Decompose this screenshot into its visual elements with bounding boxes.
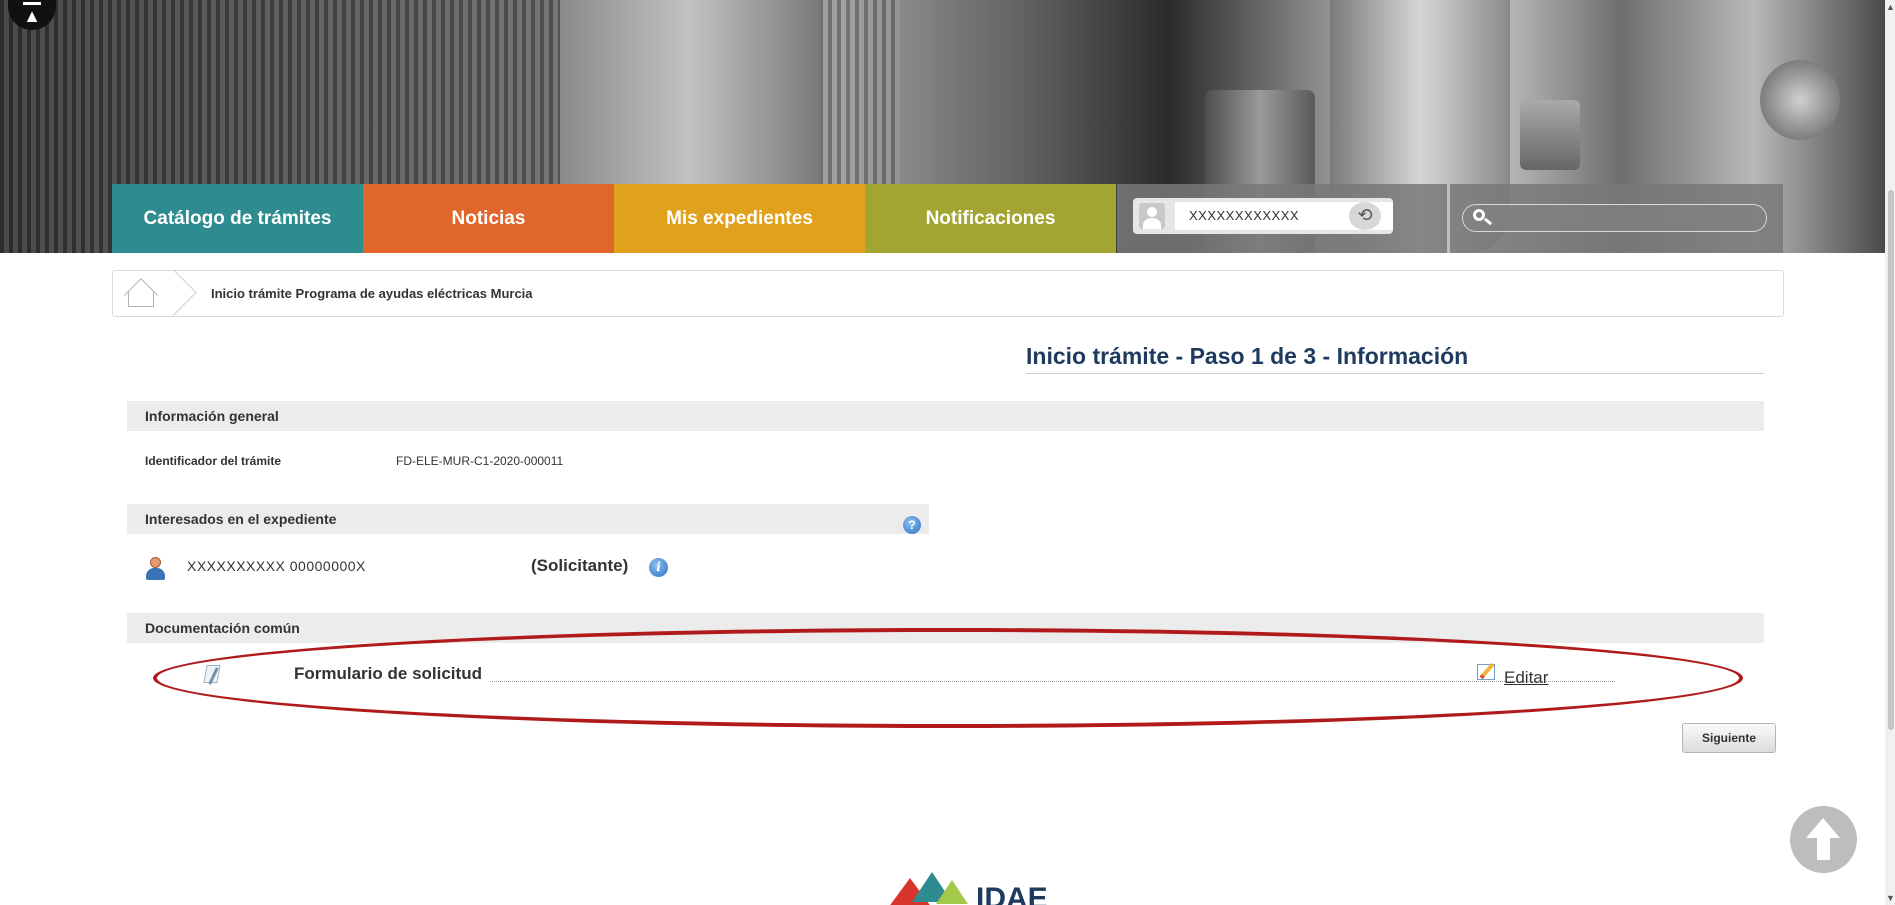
page-title: Inicio trámite - Paso 1 de 3 - Informaci…: [1026, 343, 1469, 369]
banner-image-part: [560, 0, 820, 185]
arrow-up-icon-stem: [1817, 836, 1830, 860]
procedure-id-value: FD-ELE-MUR-C1-2020-000011: [396, 454, 564, 468]
info-icon[interactable]: i: [649, 558, 668, 577]
user-avatar-icon: [1133, 198, 1171, 234]
banner-image-part: [1760, 60, 1840, 140]
breadcrumb: Inicio trámite Programa de ayudas eléctr…: [112, 270, 1784, 317]
applicant-role: (Solicitante): [531, 556, 629, 575]
document-icon: [202, 665, 224, 685]
user-area: XXXXXXXXXXXX ⟲: [1117, 184, 1447, 253]
next-button[interactable]: Siguiente: [1682, 723, 1776, 753]
main-nav: Catálogo de trámites Noticias Mis expedi…: [112, 184, 1116, 253]
search-icon: [1471, 208, 1493, 228]
arrow-up-icon: [1806, 818, 1840, 838]
help-icon[interactable]: ?: [903, 516, 921, 534]
person-icon: [145, 557, 165, 581]
logo-shape: [936, 880, 968, 904]
breadcrumb-current: Inicio trámite Programa de ayudas eléctr…: [211, 286, 533, 301]
scroll-up-arrow[interactable]: ▲: [1886, 2, 1895, 12]
procedure-id-label: Identificador del trámite: [145, 454, 282, 468]
section-header-general: Información general: [127, 401, 1764, 431]
collapse-header-button[interactable]: ▲: [8, 0, 56, 30]
breadcrumb-separator: [167, 271, 187, 316]
nav-tab-noticias[interactable]: Noticias: [363, 184, 614, 253]
dotted-leader: [490, 681, 1615, 682]
nav-tab-mis-expedientes[interactable]: Mis expedientes: [614, 184, 865, 253]
collapse-icon: [23, 2, 41, 5]
page: ▲ Catálogo de trámites Noticias Mis expe…: [0, 0, 1895, 905]
nav-tab-notificaciones[interactable]: Notificaciones: [865, 184, 1116, 253]
document-label: Formulario de solicitud: [294, 664, 482, 683]
footer-logo: IDAE: [888, 868, 1048, 905]
banner-image-part: [1520, 100, 1580, 170]
scrollbar-thumb[interactable]: [1888, 190, 1894, 730]
document-row: Formulario de solicitud Editar: [150, 650, 1720, 690]
logo-text: IDAE: [976, 882, 1048, 905]
title-divider: [1026, 373, 1764, 374]
section-header-interesados: Interesados en el expediente: [127, 504, 929, 534]
scroll-to-top-button[interactable]: [1790, 806, 1857, 873]
edit-icon[interactable]: [1477, 662, 1499, 682]
applicant-name: XXXXXXXXXX 00000000X: [187, 558, 366, 574]
search-area: [1450, 184, 1783, 253]
logout-icon[interactable]: ⟲: [1349, 202, 1381, 230]
search-input[interactable]: [1462, 204, 1767, 232]
scroll-down-arrow[interactable]: ▼: [1886, 893, 1895, 903]
section-header-documentacion: Documentación común: [127, 613, 1764, 643]
edit-link[interactable]: Editar: [1504, 668, 1548, 688]
nav-tab-catalogo[interactable]: Catálogo de trámites: [112, 184, 363, 253]
